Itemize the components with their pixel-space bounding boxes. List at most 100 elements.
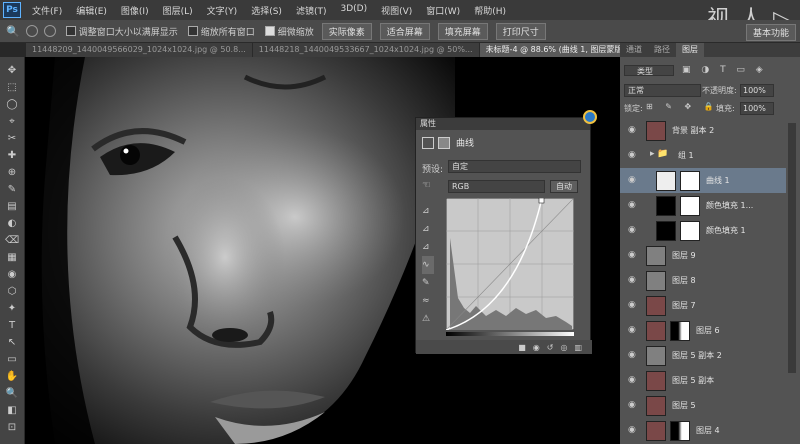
eye-icon[interactable]: ◉ xyxy=(628,200,638,210)
reset-icon[interactable]: ↺ xyxy=(547,343,554,352)
eye-icon[interactable]: ◉ xyxy=(628,175,638,185)
layer-mask-thumbnail[interactable] xyxy=(670,321,690,341)
path-select-icon[interactable]: ↖ xyxy=(5,337,19,348)
checkbox-box[interactable] xyxy=(187,26,198,36)
zoom-in-icon[interactable] xyxy=(25,25,38,37)
layer-filter-dropdown[interactable]: 类型 xyxy=(624,65,674,76)
zoom-all-windows-checkbox[interactable]: 缩放所有窗口 xyxy=(187,25,255,38)
auto-button[interactable]: 自动 xyxy=(550,180,578,193)
eye-icon[interactable]: ◉ xyxy=(628,325,638,335)
layer-row[interactable]: ◉ 图层 5 副本 xyxy=(620,368,786,395)
eyedropper-gray-icon[interactable]: ⊿ xyxy=(422,220,434,238)
mask-icon[interactable] xyxy=(438,136,450,149)
layer-row[interactable]: ◉ 图层 5 xyxy=(620,393,786,420)
actual-pixels-button[interactable]: 实际像素 xyxy=(321,22,372,40)
layer-row[interactable]: ◉ 曲线 1 xyxy=(620,168,786,195)
eye-icon[interactable]: ◉ xyxy=(628,350,638,360)
blend-mode-dropdown[interactable]: 正常 xyxy=(624,84,701,97)
menu-item[interactable]: 图层(L) xyxy=(156,4,200,17)
brush-tool-icon[interactable]: ✎ xyxy=(5,184,19,195)
healing-brush-icon[interactable]: ⊕ xyxy=(5,167,19,178)
menu-item[interactable]: 文件(F) xyxy=(25,4,69,17)
checkbox-box[interactable] xyxy=(65,26,76,36)
tab-paths[interactable]: 路径 xyxy=(648,43,676,57)
curve-point-icon[interactable]: ∿ xyxy=(422,256,434,274)
curve-control-point[interactable] xyxy=(538,198,545,204)
move-tool-icon[interactable]: ✥ xyxy=(5,65,19,76)
eye-icon[interactable]: ◉ xyxy=(628,250,638,260)
doc-tab-1[interactable]: 11448209_1440049566029_1024x1024.jpg @ 5… xyxy=(26,43,253,57)
print-size-button[interactable]: 打印尺寸 xyxy=(495,22,546,40)
lasso-tool-icon[interactable]: ◯ xyxy=(5,99,19,110)
layer-row[interactable]: ◉ 图层 5 副本 2 xyxy=(620,343,786,370)
layer-row[interactable]: ◉ 背景 副本 2 xyxy=(620,118,786,145)
clipping-icon[interactable]: ⚠ xyxy=(422,310,434,328)
menu-item[interactable]: 选择(S) xyxy=(244,4,289,17)
layer-mask-thumbnail[interactable] xyxy=(680,171,700,191)
menu-item[interactable]: 滤镜(T) xyxy=(289,4,334,17)
lock-icons[interactable]: ⊞ ✎ ✥ 🔒 xyxy=(646,102,719,111)
fill-screen-button[interactable]: 填充屏幕 xyxy=(437,22,488,40)
zoom-tool-icon[interactable]: 🔍 xyxy=(5,388,19,399)
menu-item[interactable]: 帮助(H) xyxy=(467,4,513,17)
layer-mask-thumbnail[interactable] xyxy=(680,196,700,216)
visibility-icon[interactable]: ◎ xyxy=(560,343,567,352)
smooth-icon[interactable]: ≈ xyxy=(422,292,434,310)
dodge-tool-icon[interactable]: ⬡ xyxy=(5,286,19,297)
menu-item[interactable]: 图像(I) xyxy=(114,4,156,17)
eye-icon[interactable]: ◉ xyxy=(628,150,638,160)
opacity-input[interactable]: 100% xyxy=(740,84,774,97)
target-adjust-icon[interactable]: ☜ xyxy=(422,180,431,191)
doc-tab-2[interactable]: 11448218_1440049533667_1024x1024.jpg @ 5… xyxy=(253,43,480,57)
pen-tool-icon[interactable]: ✦ xyxy=(5,303,19,314)
layer-row[interactable]: ◉ 图层 7 xyxy=(620,293,786,320)
tab-layers[interactable]: 图层 xyxy=(676,43,704,57)
view-previous-icon[interactable]: ◉ xyxy=(533,343,540,352)
curve-graph[interactable] xyxy=(446,198,574,330)
layer-row[interactable]: ◉ 颜色填充 1 xyxy=(620,218,786,245)
quick-mask-icon[interactable]: ⊡ xyxy=(5,422,19,433)
eye-icon[interactable]: ◉ xyxy=(628,125,638,135)
eye-icon[interactable]: ◉ xyxy=(628,375,638,385)
eye-icon[interactable]: ◉ xyxy=(628,300,638,310)
history-brush-icon[interactable]: ◐ xyxy=(5,218,19,229)
layer-mask-thumbnail[interactable] xyxy=(680,221,700,241)
doc-tab-3[interactable]: 未标题-4 @ 88.6% (曲线 1, 图层蒙版/8) * xyxy=(479,43,620,57)
layer-row[interactable]: ◉ 图层 8 xyxy=(620,268,786,295)
menu-item[interactable]: 编辑(E) xyxy=(69,4,114,17)
layer-row[interactable]: ◉ 图层 4 xyxy=(620,418,786,444)
menu-item[interactable]: 窗口(W) xyxy=(419,4,467,17)
eyedropper-black-icon[interactable]: ⊿ xyxy=(422,202,434,220)
scrubby-zoom-checkbox[interactable]: 细微缩放 xyxy=(264,25,314,38)
layer-row[interactable]: ◉ 图层 9 xyxy=(620,243,786,270)
eraser-tool-icon[interactable]: ⌫ xyxy=(5,235,19,246)
eyedropper-white-icon[interactable]: ⊿ xyxy=(422,238,434,256)
tab-channels[interactable]: 通道 xyxy=(620,43,648,57)
filter-icons[interactable]: ▣ ◑ T ▭ ◈ xyxy=(682,65,767,75)
color-swatch-icon[interactable]: ◧ xyxy=(5,405,19,416)
fit-screen-button[interactable]: 适合屏幕 xyxy=(379,22,430,40)
blur-tool-icon[interactable]: ◉ xyxy=(5,269,19,280)
fill-input[interactable]: 100% xyxy=(740,102,774,115)
type-tool-icon[interactable]: T xyxy=(5,320,19,331)
resize-windows-checkbox[interactable]: 调整窗口大小以满屏显示 xyxy=(65,25,178,38)
clone-stamp-icon[interactable]: ▤ xyxy=(5,201,19,212)
folder-icon[interactable]: ▸ 📁 xyxy=(650,149,669,159)
hand-tool-icon[interactable]: ✋ xyxy=(5,371,19,382)
checkbox-box[interactable] xyxy=(264,26,275,36)
layer-row[interactable]: ◉ ▸ 📁 组 1 xyxy=(620,143,786,170)
quick-select-icon[interactable]: ⌖ xyxy=(5,116,19,127)
menu-item[interactable]: 3D(D) xyxy=(333,4,374,17)
eye-icon[interactable]: ◉ xyxy=(628,225,638,235)
trash-icon[interactable]: ▥ xyxy=(574,343,582,352)
shape-tool-icon[interactable]: ▭ xyxy=(5,354,19,365)
menu-item[interactable]: 视图(V) xyxy=(374,4,419,17)
layer-row[interactable]: ◉ 颜色填充 1... xyxy=(620,193,786,220)
panel-badge-icon[interactable] xyxy=(583,110,597,124)
workspace-dropdown[interactable]: 基本功能 xyxy=(745,24,796,41)
menu-item[interactable]: 文字(Y) xyxy=(200,4,245,17)
crop-tool-icon[interactable]: ✂ xyxy=(5,133,19,144)
eye-icon[interactable]: ◉ xyxy=(628,425,638,435)
gradient-tool-icon[interactable]: ▦ xyxy=(5,252,19,263)
pencil-icon[interactable]: ✎ xyxy=(422,274,434,292)
